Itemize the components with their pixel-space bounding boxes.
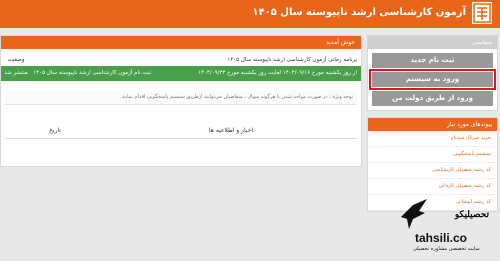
watermark-subtitle: سایت تخصصی مشاوره تحصیلی bbox=[413, 246, 480, 252]
status-header: وضعیت bbox=[7, 57, 25, 63]
announcement-table: وضعیت برنامه زمانی آزمون کارشناسی ارشد ن… bbox=[1, 54, 361, 81]
news-title-header: اخبار و اطلاعیه ها bbox=[208, 127, 254, 134]
watermark-url: tahsili.co bbox=[415, 231, 468, 245]
watermark-brand: تحصیلیکو bbox=[454, 209, 489, 219]
announcement-title[interactable]: برنامه زمانی آزمون کارشناسی ارشد ناپیوست… bbox=[31, 54, 361, 66]
sidebar: متقاضی ثبت نام جدید ورود به سیستم ورود ا… bbox=[367, 35, 498, 218]
organization-logo bbox=[472, 2, 492, 24]
news-date-header: تاریخ bbox=[49, 127, 61, 134]
welcome-panel-header: خوش آمدید bbox=[1, 36, 361, 49]
table-row: وضعیت برنامه زمانی آزمون کارشناسی ارشد ن… bbox=[1, 54, 361, 66]
notice-text: توجه ویژه : در صورت مواجه شدن با هرگونه … bbox=[5, 90, 357, 105]
link-item[interactable]: کد رشته تحصیلی کاردانی bbox=[368, 179, 497, 195]
news-table-header: تاریخ اخبار و اطلاعیه ها bbox=[5, 124, 357, 139]
login-button[interactable]: ورود به سیستم bbox=[369, 69, 496, 90]
status-badge: منتشر شد bbox=[4, 70, 28, 76]
gov-login-button[interactable]: ورود از طریق دولت من bbox=[372, 91, 493, 106]
link-item[interactable]: سیستم پاسخگویی bbox=[368, 147, 497, 163]
links-box-header: پیوندهای مورد نیاز bbox=[368, 118, 497, 131]
link-item[interactable]: کد رشته تحصیلی کارشناسی bbox=[368, 163, 497, 179]
welcome-panel: خوش آمدید وضعیت برنامه زمانی آزمون کارشن… bbox=[0, 35, 362, 167]
table-row[interactable]: منتشر شد ثبت نام آزمون کارشناسی ارشد ناپ… bbox=[1, 66, 361, 81]
page-title: آزمون کارشناسی ارشد ناپیوسته سال ۱۴۰۵ bbox=[252, 7, 466, 18]
announcement-title[interactable]: ثبت نام آزمون کارشناسی ارشد ناپیوسته سال… bbox=[31, 66, 155, 81]
watermark: تحصیلیکو tahsili.co سایت تخصصی مشاوره تح… bbox=[395, 195, 495, 257]
new-registration-button[interactable]: ثبت نام جدید bbox=[372, 53, 493, 68]
announcement-date: از روز یکشنبه مورخ ۱۴۰۴/۰۹/۱۶ لغایت روز … bbox=[198, 70, 357, 76]
applicant-box-header: متقاضی bbox=[368, 36, 497, 49]
eagle-icon bbox=[401, 199, 427, 229]
link-item[interactable]: خرید سریال ثبت‌نام bbox=[368, 131, 497, 147]
top-header: آزمون کارشناسی ارشد ناپیوسته سال ۱۴۰۵ bbox=[0, 0, 500, 28]
applicant-box: متقاضی ثبت نام جدید ورود به سیستم ورود ا… bbox=[367, 35, 498, 111]
